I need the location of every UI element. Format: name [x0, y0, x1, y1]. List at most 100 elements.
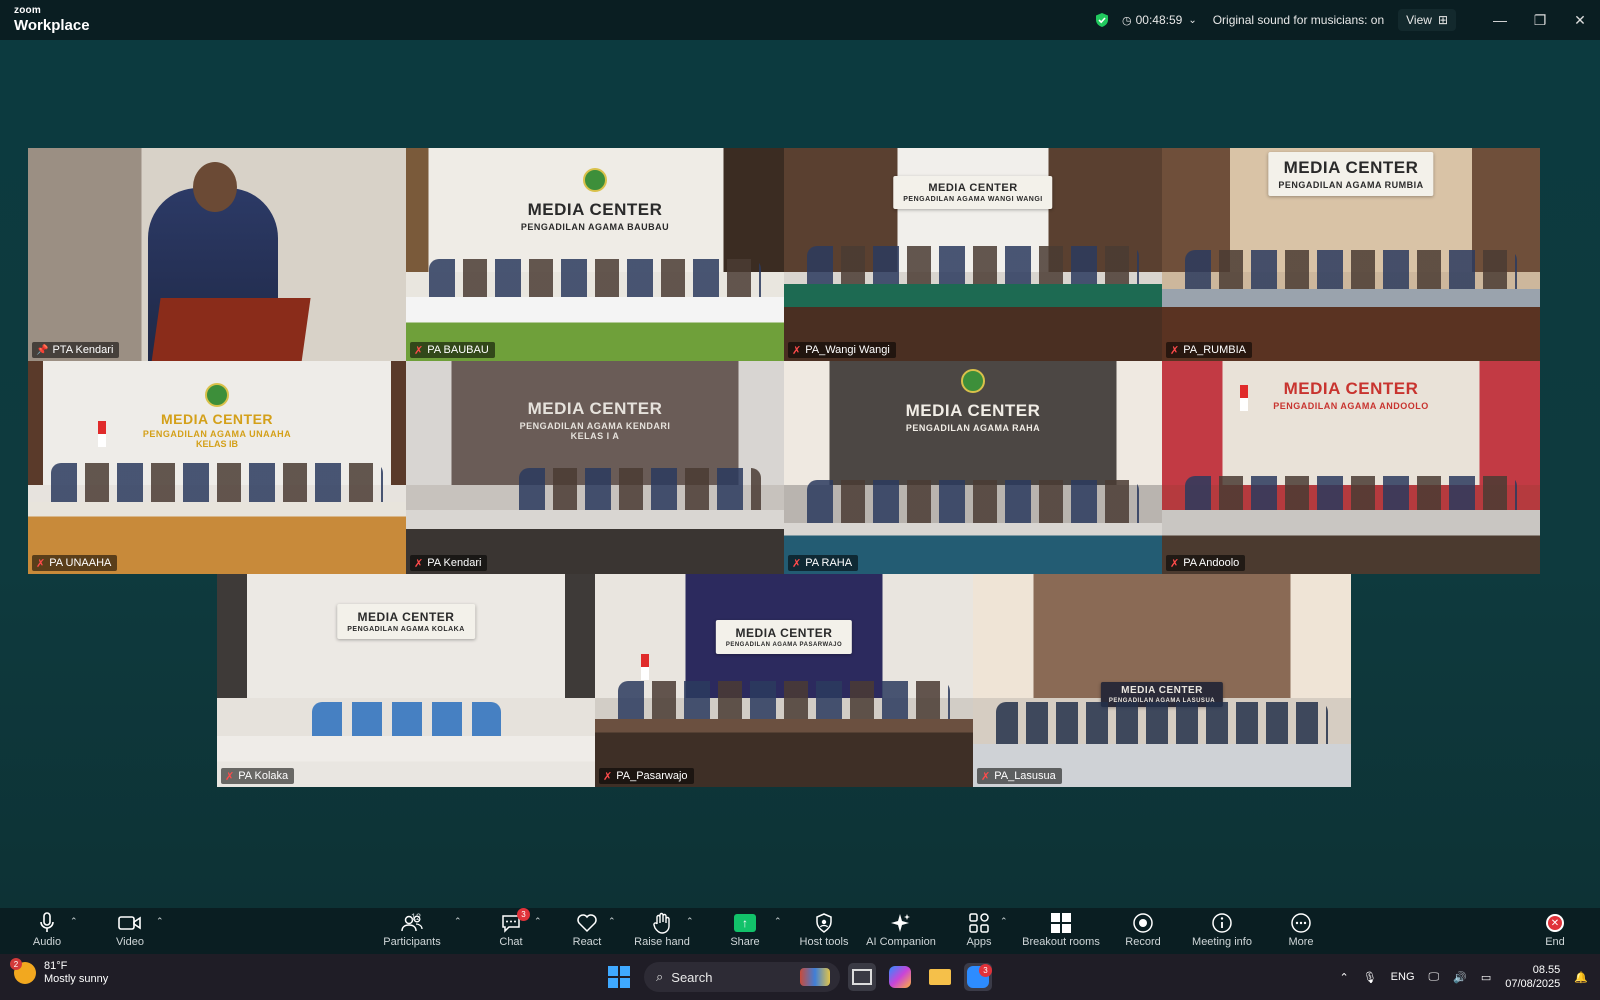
meeting-info-label: Meeting info [1192, 936, 1252, 948]
clock-date: 07/08/2025 [1505, 978, 1561, 990]
meeting-timer[interactable]: ◷ 00:48:59 ⌄ [1122, 13, 1197, 27]
react-button[interactable]: React [572, 910, 602, 954]
mic-muted-icon: ✗ [414, 344, 424, 357]
timer-text: 00:48:59 [1135, 13, 1183, 27]
battery-icon[interactable]: ▭ [1481, 971, 1491, 984]
end-meeting-button[interactable]: ✕ End [1540, 910, 1570, 954]
windows-taskbar: 2 81°F Mostly sunny ⌕ Search 3 ⌃ 🎙 ENG 🖵… [0, 954, 1600, 1000]
notification-bell-icon[interactable]: 🔔 [1574, 971, 1588, 984]
participant-name-text: PA_Pasarwajo [616, 770, 688, 782]
raise-hand-icon [653, 912, 670, 934]
video-tile[interactable]: MEDIA CENTER PENGADILAN AGAMA UNAAHA KEL… [28, 361, 406, 574]
sign-subtitle: PENGADILAN AGAMA ANDOOLO [1273, 401, 1429, 411]
host-tools-button[interactable]: Host tools [796, 910, 852, 954]
mic-muted-icon: ✗ [36, 557, 46, 570]
share-options-caret[interactable]: ⌃ [774, 916, 782, 927]
ai-companion-button[interactable]: AI Companion [866, 910, 936, 954]
copilot-app[interactable] [886, 963, 914, 991]
video-tile[interactable]: MEDIA CENTER PENGADILAN AGAMA RAHA ✗ PA … [784, 361, 1162, 574]
sign-title: MEDIA CENTER [527, 399, 663, 418]
microphone-icon [40, 912, 54, 932]
language-indicator[interactable]: ENG [1391, 971, 1415, 983]
video-tile[interactable]: 📌 PTA Kendari [28, 148, 406, 361]
share-button[interactable]: ↑ Share [730, 910, 760, 954]
raise-hand-button[interactable]: Raise hand [632, 910, 692, 954]
video-gallery: 📌 PTA Kendari MEDIA CENTER PENGADILAN AG… [0, 40, 1600, 908]
host-tools-label: Host tools [799, 936, 849, 948]
video-tile[interactable]: MEDIA CENTER PENGADILAN AGAMA KENDARI KE… [406, 361, 784, 574]
title-bar: zoom Workplace ◷ 00:48:59 ⌄ Original sou… [0, 0, 1600, 40]
restore-button[interactable]: ❐ [1520, 0, 1560, 40]
host-tools-shield-icon [816, 913, 832, 933]
breakout-rooms-button[interactable]: Breakout rooms [1022, 910, 1100, 954]
participant-name-text: PA Andoolo [1183, 557, 1240, 569]
grid-icon: ⊞ [1437, 13, 1448, 27]
minimize-button[interactable]: — [1480, 0, 1520, 40]
raise-hand-label: Raise hand [634, 936, 690, 948]
microphone-tray-icon[interactable]: 🎙 [1363, 971, 1377, 984]
participants-button[interactable]: 12 Participants [380, 910, 444, 954]
volume-icon[interactable]: 🔊 [1453, 971, 1467, 984]
video-tile[interactable]: MEDIA CENTER PENGADILAN AGAMA ANDOOLO ✗ … [1162, 361, 1540, 574]
sign-title: MEDIA CENTER [357, 610, 455, 624]
weather-widget[interactable]: 2 81°F Mostly sunny [10, 958, 108, 986]
video-tile[interactable]: MEDIA CENTER PENGADILAN AGAMA WANGI WANG… [784, 148, 1162, 361]
mic-muted-icon: ✗ [225, 770, 235, 783]
video-tile[interactable]: MEDIA CENTER PENGADILAN AGAMA LASUSUA ✗ … [973, 574, 1351, 787]
chat-options-caret[interactable]: ⌃ [534, 916, 542, 927]
react-options-caret[interactable]: ⌃ [608, 916, 616, 927]
sign-title: MEDIA CENTER [928, 182, 1018, 194]
network-icon[interactable]: 🖵 [1429, 971, 1440, 984]
participants-options-caret[interactable]: ⌃ [454, 916, 462, 927]
participants-label: Participants [383, 936, 441, 948]
close-button[interactable]: ✕ [1560, 0, 1600, 40]
task-view-button[interactable] [848, 963, 876, 991]
search-highlight-icon [800, 968, 830, 986]
windows-start-button[interactable] [608, 966, 630, 988]
sign-subtitle: PENGADILAN AGAMA KENDARI KELAS I A [519, 421, 671, 441]
record-button[interactable]: Record [1124, 910, 1162, 954]
share-label: Share [730, 936, 760, 948]
apps-label: Apps [966, 936, 992, 948]
video-button[interactable]: Video [112, 910, 148, 954]
breakout-rooms-label: Breakout rooms [1022, 936, 1100, 948]
participant-name: ✗ PA UNAAHA [32, 555, 118, 571]
chevron-up-icon[interactable]: ⌃ [1339, 971, 1348, 984]
video-options-caret[interactable]: ⌃ [156, 916, 164, 927]
meeting-info-button[interactable]: Meeting info [1190, 910, 1254, 954]
search-icon: ⌕ [656, 969, 664, 984]
view-button[interactable]: View ⊞ [1398, 9, 1456, 31]
apps-button[interactable]: Apps [964, 910, 994, 954]
ai-sparkle-icon [891, 914, 910, 932]
video-tile[interactable]: MEDIA CENTER PENGADILAN AGAMA RUMBIA ✗ P… [1162, 148, 1540, 361]
mic-muted-icon: ✗ [792, 557, 802, 570]
zoom-taskbar-app[interactable]: 3 [964, 963, 992, 991]
video-tile[interactable]: MEDIA CENTER PENGADILAN AGAMA PASARWAJO … [595, 574, 973, 787]
participant-name: ✗ PA Andoolo [1166, 555, 1246, 571]
sign-subtitle: PENGADILAN AGAMA BAUBAU [520, 222, 670, 232]
security-shield-icon[interactable] [1094, 12, 1110, 28]
more-label: More [1288, 936, 1314, 948]
task-view-icon [852, 969, 872, 985]
audio-button[interactable]: Audio [30, 910, 64, 954]
video-tile[interactable]: MEDIA CENTER PENGADILAN AGAMA BAUBAU ✗ P… [406, 148, 784, 361]
end-label: End [1545, 936, 1565, 948]
video-tile[interactable]: MEDIA CENTER PENGADILAN AGAMA KOLAKA ✗ P… [217, 574, 595, 787]
raise-hand-options-caret[interactable]: ⌃ [686, 916, 694, 927]
participant-name-text: PA_Lasusua [994, 770, 1056, 782]
sign-subtitle: PENGADILAN AGAMA RUMBIA [1278, 180, 1424, 190]
participant-name: ✗ PA Kendari [410, 555, 488, 571]
media-center-sign: MEDIA CENTER PENGADILAN AGAMA UNAAHA KEL… [133, 405, 301, 455]
end-icon: ✕ [1546, 914, 1564, 932]
sign-title: MEDIA CENTER [1283, 158, 1419, 177]
original-sound-status[interactable]: Original sound for musicians: on [1213, 13, 1384, 27]
taskbar-search[interactable]: ⌕ Search [644, 962, 840, 992]
participant-name: ✗ PA BAUBAU [410, 342, 495, 358]
audio-options-caret[interactable]: ⌃ [70, 916, 78, 927]
chat-button[interactable]: 3 Chat [496, 908, 530, 954]
file-explorer-app[interactable] [926, 963, 954, 991]
apps-options-caret[interactable]: ⌃ [1000, 916, 1008, 927]
more-button[interactable]: More [1286, 910, 1316, 954]
start-icon-tile [620, 978, 630, 988]
taskbar-clock[interactable]: 08.55 07/08/2025 [1505, 963, 1560, 991]
